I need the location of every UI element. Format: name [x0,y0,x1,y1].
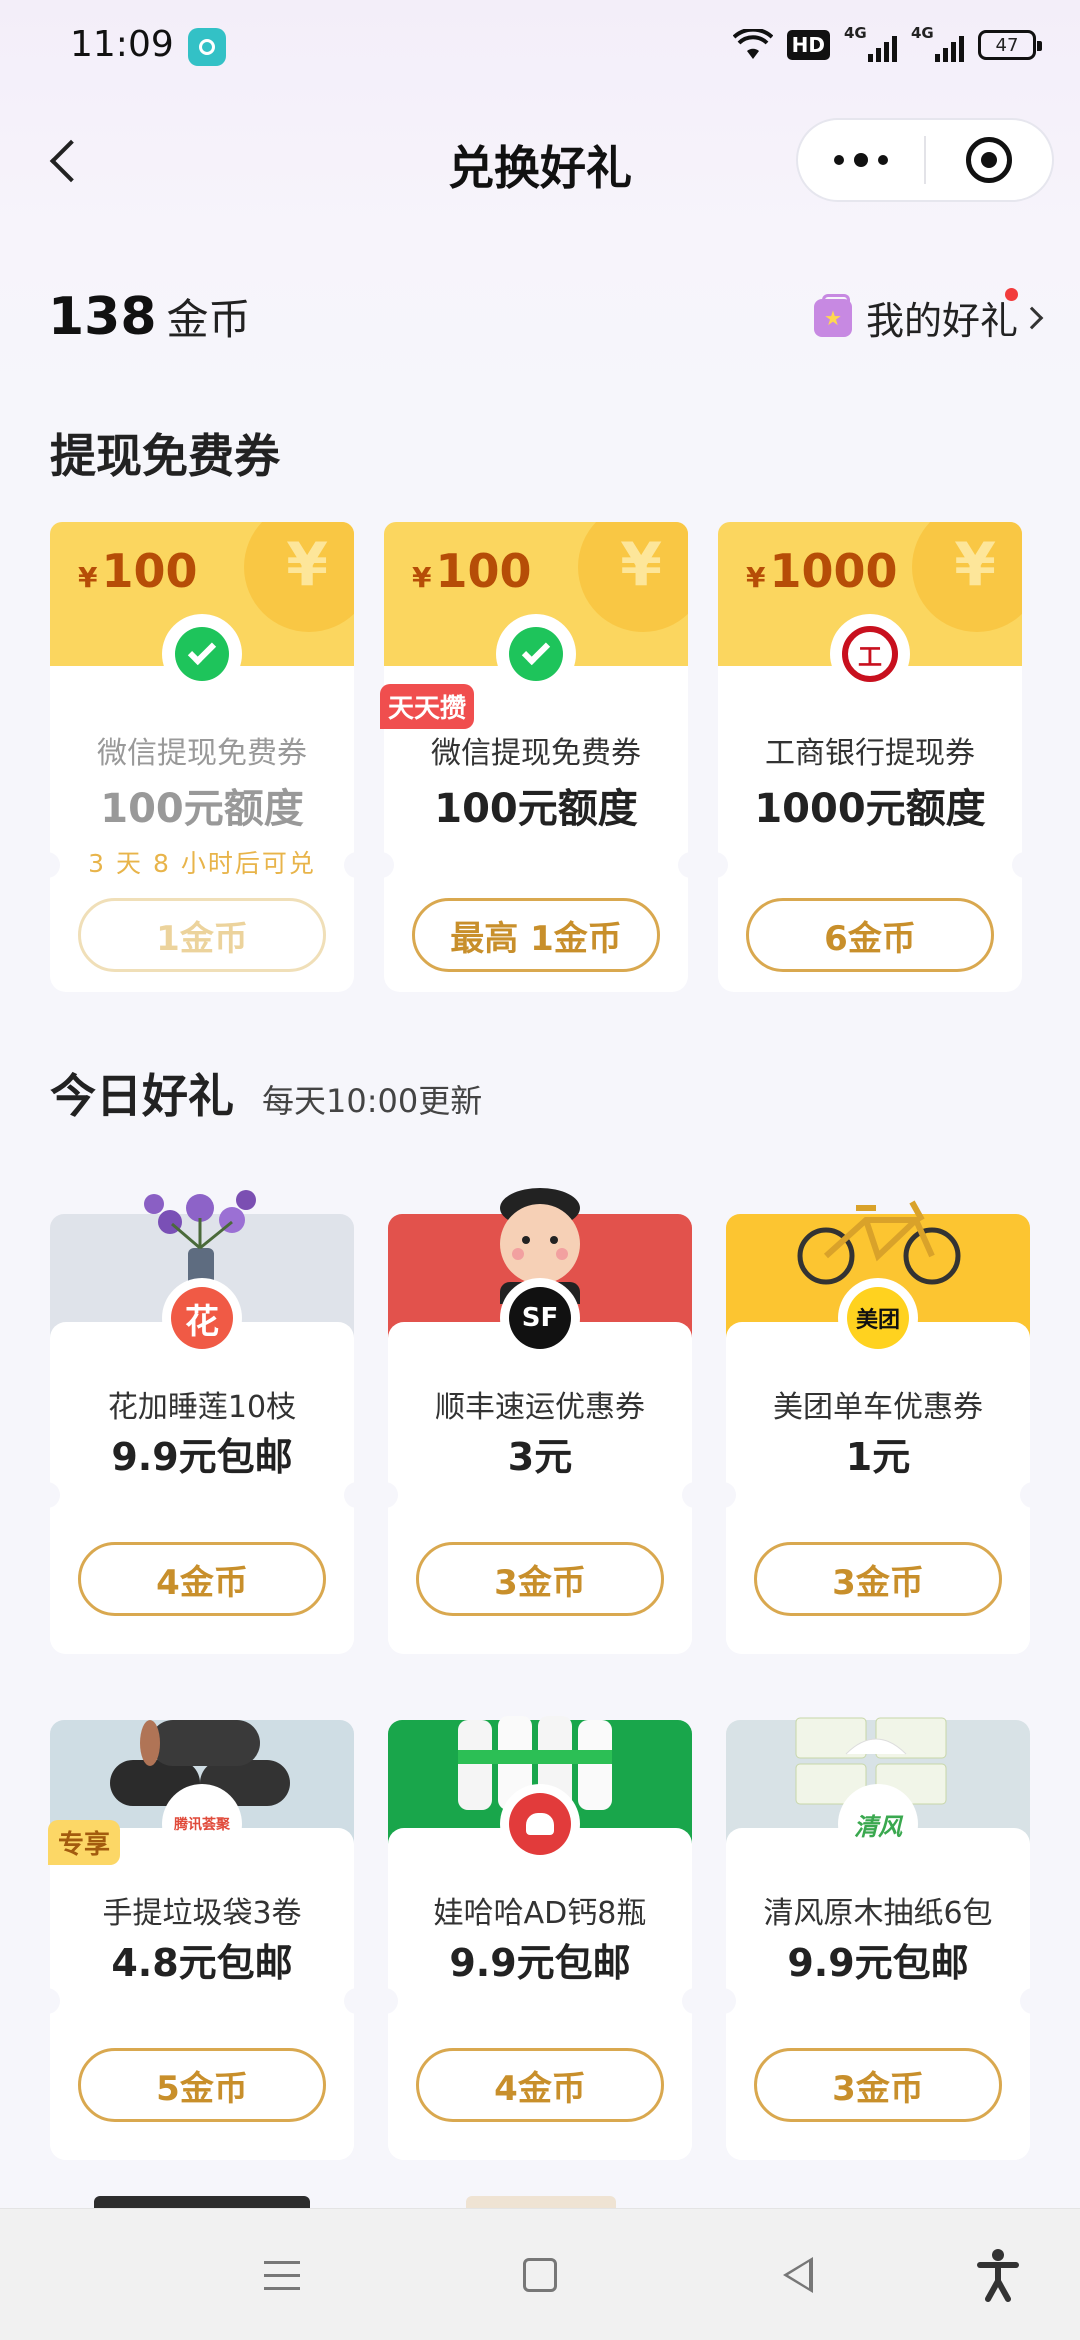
nav-bar: 兑换好礼 [0,110,1080,210]
redeem-button[interactable]: 4金币 [78,1542,326,1616]
next-card-peek [94,2196,310,2208]
app-notification-icon [188,28,226,66]
system-nav-bar [0,2208,1080,2340]
voucher-amount: ¥100 [412,544,532,598]
gift-price: 4.8元包邮 [111,1941,293,1985]
close-target-icon[interactable] [926,120,1052,200]
status-icons: HD 4G 4G 47 [732,24,1042,62]
notification-dot [1005,288,1018,301]
menu-icon[interactable] [252,2245,312,2305]
gift-name: 顺丰速运优惠券 [435,1390,645,1425]
voucher-amount: ¥1000 [746,544,898,598]
gift-price: 9.9元包邮 [449,1941,631,1985]
my-gifts-link[interactable]: 我的好礼 [813,288,1044,345]
signal-icon: 4G [911,24,964,62]
exclusive-tag: 专享 [48,1820,121,1865]
gift-price: 9.9元包邮 [787,1941,969,1985]
home-square-icon[interactable] [510,2245,570,2305]
hd-badge: HD [786,30,830,60]
redeem-button[interactable]: 3金币 [416,1542,664,1616]
redeem-button[interactable]: 最高 1金币 [412,898,660,972]
back-triangle-icon[interactable] [768,2245,828,2305]
sf-express-icon: SF [500,1278,580,1358]
gifts-section-subtitle: 每天10:00更新 [262,1082,483,1120]
gift-card[interactable]: SF 顺丰速运优惠券 3元 3金币 [382,1188,698,1654]
voucher-card[interactable]: ¥ ¥100 天天攒 微信提现免费券 100元额度 最高 1金币 [378,522,694,992]
wifi-icon [732,29,773,59]
voucher-countdown: 3 天 8 小时后可兑 [88,849,316,878]
tencent-icon: 腾讯荟聚 [162,1784,242,1864]
coin-count: 138 [48,287,157,347]
accessibility-icon[interactable] [968,2245,1028,2305]
qingfeng-icon: 清风 [838,1784,918,1864]
voucher-card[interactable]: ¥ ¥100 微信提现免费券 100元额度 3 天 8 小时后可兑 1金币 [44,522,360,992]
status-bar: 11:09 HD 4G 4G 47 [0,0,1080,96]
redeem-button[interactable]: 6金币 [746,898,994,972]
wechat-icon [162,614,242,694]
redeem-button[interactable]: 3金币 [754,1542,1002,1616]
more-icon[interactable] [798,120,924,200]
status-time: 11:09 [70,24,174,65]
gift-name: 美团单车优惠券 [773,1390,983,1425]
voucher-amount: ¥100 [78,544,198,598]
gift-card[interactable]: 腾讯荟聚 专享 手提垃圾袋3卷 4.8元包邮 5金币 [44,1720,360,2160]
voucher-quota: 1000元额度 [754,786,986,832]
chevron-right-icon [1020,306,1044,329]
withdraw-section-title: 提现免费券 [50,429,280,483]
calendar-gift-icon [813,293,852,337]
redeem-button[interactable]: 3金币 [754,2048,1002,2122]
voucher-quota: 100元额度 [434,786,638,832]
gift-name: 娃哈哈AD钙8瓶 [433,1896,647,1931]
icbc-icon: 工 [830,614,910,694]
redeem-button[interactable]: 4金币 [416,2048,664,2122]
redeem-button[interactable]: 1金币 [78,898,326,972]
meituan-icon: 美团 [838,1278,918,1358]
coin-unit: 金币 [166,295,251,344]
voucher-name: 微信提现免费券 [431,736,641,771]
wechat-icon [496,614,576,694]
next-card-peek [466,2196,616,2208]
gift-price: 1元 [845,1435,911,1479]
gifts-section-title: 今日好礼 [50,1069,234,1123]
gift-price: 3元 [507,1435,573,1479]
gift-name: 手提垃圾袋3卷 [102,1896,302,1931]
gift-card[interactable]: 花 花加睡莲10枝 9.9元包邮 4金币 [44,1190,360,1654]
gift-name: 花加睡莲10枝 [107,1390,297,1425]
jd-icon [500,1784,580,1864]
gift-card[interactable]: 娃哈哈AD钙8瓶 9.9元包邮 4金币 [382,1716,698,2160]
gift-card[interactable]: 清风 清风原木抽纸6包 9.9元包邮 3金币 [720,1717,1036,2160]
my-gifts-label: 我的好礼 [865,299,1018,343]
daily-tag: 天天攒 [380,684,475,729]
flower-icon: 花 [162,1278,242,1358]
gift-price: 9.9元包邮 [111,1435,293,1479]
mini-program-capsule [796,118,1054,202]
voucher-card[interactable]: ¥ ¥1000 工 工商银行提现券 1000元额度 6金币 [712,522,1028,992]
coin-balance: 138 金币 [48,286,251,347]
gift-name: 清风原木抽纸6包 [763,1896,993,1931]
gift-card[interactable]: 美团 美团单车优惠券 1元 3金币 [720,1200,1036,1654]
voucher-name: 微信提现免费券 [97,736,307,771]
signal-icon: 4G [844,24,897,62]
battery-icon: 47 [978,30,1042,60]
redeem-button[interactable]: 5金币 [78,2048,326,2122]
voucher-name: 工商银行提现券 [765,736,975,771]
voucher-quota: 100元额度 [100,786,304,832]
